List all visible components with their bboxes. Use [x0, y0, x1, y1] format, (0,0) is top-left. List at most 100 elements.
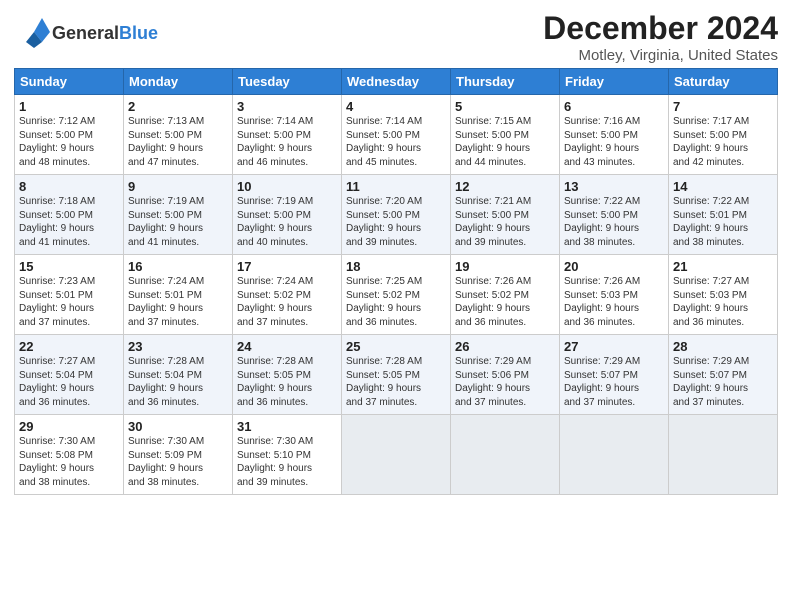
calendar-cell: 3Sunrise: 7:14 AM Sunset: 5:00 PM Daylig… — [233, 95, 342, 175]
subtitle: Motley, Virginia, United States — [543, 47, 778, 64]
day-info: Sunrise: 7:14 AM Sunset: 5:00 PM Dayligh… — [346, 115, 446, 169]
day-info: Sunrise: 7:30 AM Sunset: 5:08 PM Dayligh… — [19, 435, 119, 489]
logo-icon — [14, 14, 52, 52]
day-number: 6 — [564, 99, 664, 114]
col-wednesday: Wednesday — [342, 69, 451, 95]
day-info: Sunrise: 7:30 AM Sunset: 5:09 PM Dayligh… — [128, 435, 228, 489]
day-info: Sunrise: 7:27 AM Sunset: 5:04 PM Dayligh… — [19, 355, 119, 409]
calendar-cell — [342, 415, 451, 495]
calendar-cell: 16Sunrise: 7:24 AM Sunset: 5:01 PM Dayli… — [124, 255, 233, 335]
calendar-cell: 7Sunrise: 7:17 AM Sunset: 5:00 PM Daylig… — [669, 95, 778, 175]
day-number: 8 — [19, 179, 119, 194]
calendar-cell: 21Sunrise: 7:27 AM Sunset: 5:03 PM Dayli… — [669, 255, 778, 335]
day-number: 1 — [19, 99, 119, 114]
day-number: 2 — [128, 99, 228, 114]
calendar-cell: 2Sunrise: 7:13 AM Sunset: 5:00 PM Daylig… — [124, 95, 233, 175]
col-monday: Monday — [124, 69, 233, 95]
col-friday: Friday — [560, 69, 669, 95]
day-number: 5 — [455, 99, 555, 114]
calendar-header-row: Sunday Monday Tuesday Wednesday Thursday… — [15, 69, 778, 95]
calendar-cell: 19Sunrise: 7:26 AM Sunset: 5:02 PM Dayli… — [451, 255, 560, 335]
calendar-cell: 17Sunrise: 7:24 AM Sunset: 5:02 PM Dayli… — [233, 255, 342, 335]
day-number: 3 — [237, 99, 337, 114]
calendar-cell: 15Sunrise: 7:23 AM Sunset: 5:01 PM Dayli… — [15, 255, 124, 335]
calendar-cell: 1Sunrise: 7:12 AM Sunset: 5:00 PM Daylig… — [15, 95, 124, 175]
calendar-cell: 20Sunrise: 7:26 AM Sunset: 5:03 PM Dayli… — [560, 255, 669, 335]
calendar-cell: 11Sunrise: 7:20 AM Sunset: 5:00 PM Dayli… — [342, 175, 451, 255]
day-number: 26 — [455, 339, 555, 354]
calendar-cell: 5Sunrise: 7:15 AM Sunset: 5:00 PM Daylig… — [451, 95, 560, 175]
col-sunday: Sunday — [15, 69, 124, 95]
day-info: Sunrise: 7:13 AM Sunset: 5:00 PM Dayligh… — [128, 115, 228, 169]
calendar-week-row-2: 8Sunrise: 7:18 AM Sunset: 5:00 PM Daylig… — [15, 175, 778, 255]
day-info: Sunrise: 7:29 AM Sunset: 5:07 PM Dayligh… — [673, 355, 773, 409]
day-number: 9 — [128, 179, 228, 194]
page-container: GeneralBlue December 2024 Motley, Virgin… — [0, 0, 792, 501]
calendar-cell: 12Sunrise: 7:21 AM Sunset: 5:00 PM Dayli… — [451, 175, 560, 255]
main-title: December 2024 — [543, 10, 778, 47]
day-number: 21 — [673, 259, 773, 274]
calendar-cell: 23Sunrise: 7:28 AM Sunset: 5:04 PM Dayli… — [124, 335, 233, 415]
title-block: December 2024 Motley, Virginia, United S… — [543, 10, 778, 64]
day-number: 25 — [346, 339, 446, 354]
day-number: 17 — [237, 259, 337, 274]
day-info: Sunrise: 7:20 AM Sunset: 5:00 PM Dayligh… — [346, 195, 446, 249]
day-number: 14 — [673, 179, 773, 194]
day-info: Sunrise: 7:12 AM Sunset: 5:00 PM Dayligh… — [19, 115, 119, 169]
calendar-cell: 27Sunrise: 7:29 AM Sunset: 5:07 PM Dayli… — [560, 335, 669, 415]
calendar-week-row-4: 22Sunrise: 7:27 AM Sunset: 5:04 PM Dayli… — [15, 335, 778, 415]
day-info: Sunrise: 7:24 AM Sunset: 5:01 PM Dayligh… — [128, 275, 228, 329]
day-number: 24 — [237, 339, 337, 354]
calendar-cell: 26Sunrise: 7:29 AM Sunset: 5:06 PM Dayli… — [451, 335, 560, 415]
day-number: 11 — [346, 179, 446, 194]
day-number: 29 — [19, 419, 119, 434]
header: GeneralBlue December 2024 Motley, Virgin… — [14, 10, 778, 64]
day-number: 13 — [564, 179, 664, 194]
day-number: 22 — [19, 339, 119, 354]
day-info: Sunrise: 7:19 AM Sunset: 5:00 PM Dayligh… — [128, 195, 228, 249]
day-info: Sunrise: 7:28 AM Sunset: 5:04 PM Dayligh… — [128, 355, 228, 409]
day-number: 16 — [128, 259, 228, 274]
day-number: 27 — [564, 339, 664, 354]
day-info: Sunrise: 7:18 AM Sunset: 5:00 PM Dayligh… — [19, 195, 119, 249]
calendar-cell: 8Sunrise: 7:18 AM Sunset: 5:00 PM Daylig… — [15, 175, 124, 255]
day-info: Sunrise: 7:26 AM Sunset: 5:02 PM Dayligh… — [455, 275, 555, 329]
day-info: Sunrise: 7:28 AM Sunset: 5:05 PM Dayligh… — [346, 355, 446, 409]
calendar-cell: 10Sunrise: 7:19 AM Sunset: 5:00 PM Dayli… — [233, 175, 342, 255]
calendar-cell — [560, 415, 669, 495]
calendar-cell: 29Sunrise: 7:30 AM Sunset: 5:08 PM Dayli… — [15, 415, 124, 495]
day-number: 12 — [455, 179, 555, 194]
day-number: 31 — [237, 419, 337, 434]
day-number: 10 — [237, 179, 337, 194]
day-number: 23 — [128, 339, 228, 354]
calendar-cell — [451, 415, 560, 495]
day-number: 20 — [564, 259, 664, 274]
day-info: Sunrise: 7:22 AM Sunset: 5:01 PM Dayligh… — [673, 195, 773, 249]
calendar-cell: 9Sunrise: 7:19 AM Sunset: 5:00 PM Daylig… — [124, 175, 233, 255]
day-info: Sunrise: 7:28 AM Sunset: 5:05 PM Dayligh… — [237, 355, 337, 409]
calendar-cell — [669, 415, 778, 495]
calendar-cell: 30Sunrise: 7:30 AM Sunset: 5:09 PM Dayli… — [124, 415, 233, 495]
calendar-cell: 6Sunrise: 7:16 AM Sunset: 5:00 PM Daylig… — [560, 95, 669, 175]
day-info: Sunrise: 7:24 AM Sunset: 5:02 PM Dayligh… — [237, 275, 337, 329]
day-info: Sunrise: 7:29 AM Sunset: 5:07 PM Dayligh… — [564, 355, 664, 409]
calendar-week-row-3: 15Sunrise: 7:23 AM Sunset: 5:01 PM Dayli… — [15, 255, 778, 335]
day-number: 30 — [128, 419, 228, 434]
day-info: Sunrise: 7:23 AM Sunset: 5:01 PM Dayligh… — [19, 275, 119, 329]
day-number: 15 — [19, 259, 119, 274]
calendar-cell: 4Sunrise: 7:14 AM Sunset: 5:00 PM Daylig… — [342, 95, 451, 175]
logo: GeneralBlue — [14, 14, 158, 52]
calendar-cell: 31Sunrise: 7:30 AM Sunset: 5:10 PM Dayli… — [233, 415, 342, 495]
col-tuesday: Tuesday — [233, 69, 342, 95]
day-number: 4 — [346, 99, 446, 114]
calendar-cell: 14Sunrise: 7:22 AM Sunset: 5:01 PM Dayli… — [669, 175, 778, 255]
day-info: Sunrise: 7:14 AM Sunset: 5:00 PM Dayligh… — [237, 115, 337, 169]
calendar-cell: 28Sunrise: 7:29 AM Sunset: 5:07 PM Dayli… — [669, 335, 778, 415]
day-info: Sunrise: 7:15 AM Sunset: 5:00 PM Dayligh… — [455, 115, 555, 169]
day-info: Sunrise: 7:19 AM Sunset: 5:00 PM Dayligh… — [237, 195, 337, 249]
calendar-cell: 25Sunrise: 7:28 AM Sunset: 5:05 PM Dayli… — [342, 335, 451, 415]
day-number: 19 — [455, 259, 555, 274]
calendar-week-row-5: 29Sunrise: 7:30 AM Sunset: 5:08 PM Dayli… — [15, 415, 778, 495]
day-info: Sunrise: 7:25 AM Sunset: 5:02 PM Dayligh… — [346, 275, 446, 329]
day-info: Sunrise: 7:27 AM Sunset: 5:03 PM Dayligh… — [673, 275, 773, 329]
